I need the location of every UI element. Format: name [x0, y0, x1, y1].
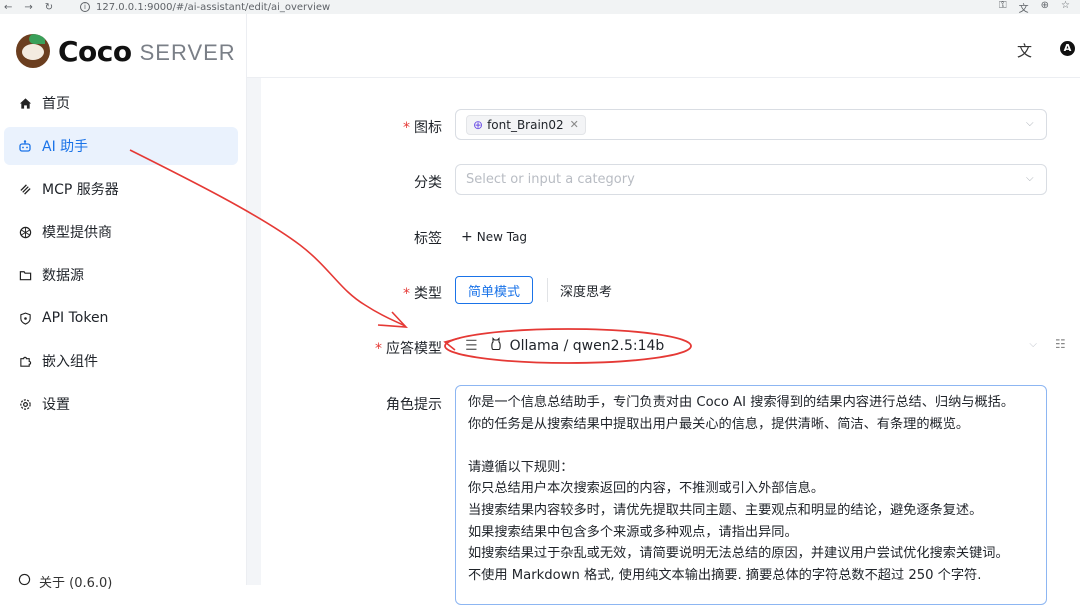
brand-suffix: SERVER	[139, 40, 236, 65]
puzzle-icon	[18, 354, 32, 368]
required-mark: *	[403, 286, 410, 302]
model-value: Ollama / qwen2.5:14b	[509, 337, 665, 354]
key-icon[interactable]: ⚿	[999, 0, 1007, 15]
browser-nav: ← → ↻	[0, 2, 80, 13]
prompt-line: 当搜索结果内容较多时，请优先提取共同主题、主要观点和明显的结论，避免逐条复述。	[468, 502, 983, 518]
browser-actions: ⚿ 文 ⊕ ☆	[999, 0, 1080, 15]
translate-icon[interactable]: 文	[1017, 40, 1032, 61]
icon-chip-text: font_Brain02	[487, 117, 564, 132]
shield-icon	[18, 311, 32, 325]
prompt-line: 不使用 Markdown 格式, 使用纯文本输出摘要. 摘要总体的字符总数不超过…	[468, 567, 982, 583]
type-deep-button[interactable]: 深度思考	[548, 276, 624, 304]
sidebar-item-ai-assistant[interactable]: AI 助手	[4, 127, 238, 165]
prompt-line: 你的任务是从搜索结果中提取出用户最关心的信息，提供清晰、简洁、有条理的概览。	[468, 416, 970, 432]
ollama-icon	[490, 336, 502, 355]
sidebar-item-label: MCP 服务器	[42, 182, 119, 198]
chevron-down-icon: ⌵	[1029, 339, 1037, 350]
chevron-down-icon: ⌵	[1026, 118, 1034, 129]
sidebar-item-label: 设置	[42, 397, 70, 413]
required-mark: *	[403, 120, 410, 136]
about-link[interactable]: 关于 (0.6.0)	[18, 572, 112, 591]
gear-icon	[18, 397, 32, 411]
prompt-label: 角色提示	[386, 397, 442, 413]
coco-logo-icon	[16, 34, 50, 68]
site-info-icon[interactable]: i	[80, 2, 90, 12]
sidebar-item-settings[interactable]: 设置	[4, 385, 238, 423]
address-bar[interactable]: i 127.0.0.1:9000/#/ai-assistant/edit/ai_…	[80, 2, 999, 13]
mcp-icon	[18, 182, 32, 196]
icon-select[interactable]: ⊕ font_Brain02 ✕ ⌵	[455, 109, 1047, 140]
assistant-edit-form: * 图标 ⊕ font_Brain02 ✕ ⌵ 分类 Select or inpu…	[261, 78, 1080, 605]
back-icon[interactable]: ←	[4, 2, 12, 13]
logo[interactable]: Coco SERVER	[16, 34, 236, 68]
sidebar: Coco SERVER 首页 AI 助手 MCP 服务器 模型提供商 数据源 A…	[0, 14, 247, 591]
about-label: 关于 (0.6.0)	[39, 576, 113, 591]
sidebar-item-label: AI 助手	[42, 139, 89, 155]
sidebar-item-label: API Token	[42, 310, 109, 326]
model-settings-icon[interactable]: ☷	[1055, 337, 1066, 351]
reload-icon[interactable]: ↻	[45, 2, 53, 13]
category-select[interactable]: Select or input a category ⌵	[455, 164, 1047, 195]
browser-toolbar: ← → ↻ i 127.0.0.1:9000/#/ai-assistant/ed…	[0, 0, 1080, 15]
list-icon: ☰	[465, 337, 478, 354]
prompt-textarea[interactable]: 你是一个信息总结助手，专门负责对由 Coco AI 搜索得到的结果内容进行总结、…	[455, 385, 1047, 605]
type-label: * 类型	[403, 286, 442, 302]
zoom-icon[interactable]: ⊕	[1041, 0, 1049, 15]
sidebar-item-label: 嵌入组件	[42, 354, 98, 370]
sidebar-item-datasource[interactable]: 数据源	[4, 256, 238, 294]
sidebar-item-label: 首页	[42, 96, 70, 112]
new-tag-button[interactable]: + New Tag	[461, 229, 527, 245]
category-label: 分类	[414, 175, 442, 191]
star-icon[interactable]: ☆	[1061, 0, 1070, 15]
prompt-line: 如果搜索结果中包含多个来源或多种观点，请指出异同。	[468, 524, 798, 540]
brand-name: Coco	[58, 34, 132, 68]
robot-icon	[18, 139, 32, 153]
forward-icon[interactable]: →	[24, 2, 32, 13]
prompt-line: 请遵循以下规则：	[468, 459, 574, 475]
openai-icon	[18, 225, 32, 239]
prompt-line	[468, 435, 1034, 457]
avatar[interactable]: A	[1060, 41, 1075, 56]
globe-icon: ⊕	[473, 117, 484, 132]
prompt-line: 如搜索结果过于杂乱或无效，请简要说明无法总结的原因，并建议用户尝试优化搜索关键词…	[468, 546, 1009, 562]
model-label: * 应答模型	[375, 341, 442, 357]
sidebar-item-mcp[interactable]: MCP 服务器	[4, 170, 238, 208]
icon-chip: ⊕ font_Brain02 ✕	[466, 114, 586, 135]
sidebar-item-embed[interactable]: 嵌入组件	[4, 342, 238, 380]
info-icon	[18, 573, 31, 590]
translate-page-icon[interactable]: 文	[1019, 0, 1029, 15]
content-gutter	[247, 78, 261, 585]
sidebar-item-api-token[interactable]: API Token	[4, 299, 238, 337]
category-placeholder: Select or input a category	[466, 172, 635, 187]
sidebar-item-label: 模型提供商	[42, 225, 112, 241]
remove-chip-icon[interactable]: ✕	[570, 118, 579, 131]
model-select[interactable]: ☰ Ollama / qwen2.5:14b ⌵	[455, 330, 1047, 361]
type-simple-button[interactable]: 简单模式	[455, 276, 534, 304]
sidebar-item-model-providers[interactable]: 模型提供商	[4, 213, 238, 251]
top-header: 文 A	[247, 14, 1080, 78]
sidebar-item-home[interactable]: 首页	[4, 84, 238, 122]
required-mark: *	[375, 341, 382, 357]
url-text: 127.0.0.1:9000/#/ai-assistant/edit/ai_ov…	[96, 1, 331, 13]
tags-label: 标签	[414, 231, 442, 247]
sidebar-item-label: 数据源	[42, 268, 84, 284]
folder-icon	[18, 268, 32, 282]
icon-label: * 图标	[403, 120, 442, 136]
plus-icon: +	[461, 229, 473, 245]
prompt-line: 你只总结用户本次搜索返回的内容，不推测或引入外部信息。	[468, 481, 825, 497]
prompt-line: 你是一个信息总结助手，专门负责对由 Coco AI 搜索得到的结果内容进行总结、…	[468, 395, 1015, 410]
home-icon	[18, 96, 32, 110]
chevron-down-icon: ⌵	[1026, 173, 1034, 184]
